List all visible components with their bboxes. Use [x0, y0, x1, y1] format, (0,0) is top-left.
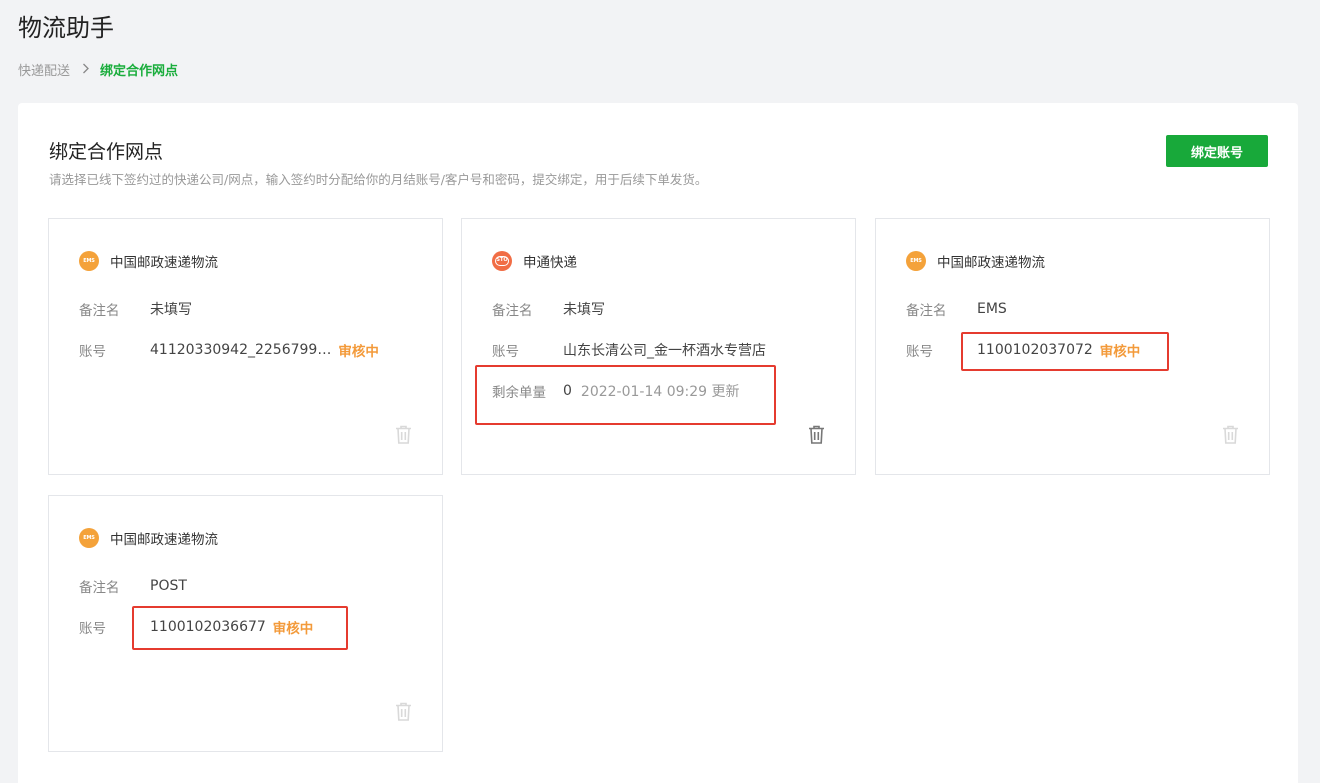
- trash-icon[interactable]: [808, 425, 825, 444]
- account-label: 账号: [492, 344, 519, 360]
- company-name: 申通快递: [523, 255, 577, 271]
- remark-value: 未填写: [150, 302, 192, 318]
- remark-label: 备注名: [79, 580, 120, 596]
- remark-row: 备注名 未填写: [79, 298, 192, 320]
- highlight-box: [961, 332, 1169, 371]
- highlight-box: [132, 606, 348, 650]
- sto-logo-icon: STO: [492, 251, 512, 271]
- remark-row: 备注名 POST: [79, 575, 187, 597]
- remark-value: 未填写: [563, 302, 605, 318]
- card-header: EMS 中国邮政速递物流: [79, 251, 218, 271]
- highlight-box: [475, 365, 776, 425]
- company-name: 中国邮政速递物流: [937, 255, 1045, 271]
- card-header: STO 申通快递: [492, 251, 577, 271]
- trash-icon: [396, 702, 411, 721]
- card-header: EMS 中国邮政速递物流: [79, 528, 218, 548]
- panel-title: 绑定合作网点: [49, 141, 164, 163]
- bind-account-button[interactable]: 绑定账号: [1166, 135, 1268, 167]
- ems-logo-icon: EMS: [79, 528, 99, 548]
- account-value: 41120330942_2256799…: [150, 342, 332, 358]
- account-label: 账号: [79, 344, 106, 360]
- breadcrumb: 快递配送 绑定合作网点: [18, 60, 178, 79]
- remark-row: 备注名 未填写: [492, 298, 605, 320]
- status-badge: 审核中: [338, 344, 379, 360]
- account-row: 账号 山东长清公司_金一杯酒水专营店: [492, 339, 766, 361]
- chevron-right-icon: [82, 62, 90, 77]
- account-row: 账号 41120330942_2256799… 审核中: [79, 339, 379, 361]
- remark-label: 备注名: [492, 303, 533, 319]
- breadcrumb-current: 绑定合作网点: [100, 64, 179, 79]
- remark-label: 备注名: [79, 303, 120, 319]
- account-card: STO 申通快递 备注名 未填写 账号 山东长清公司_金一杯酒水专营店 剩余单量…: [461, 218, 856, 475]
- account-card: EMS 中国邮政速递物流 备注名 POST 账号 1100102036677 审…: [48, 495, 443, 752]
- company-name: 中国邮政速递物流: [110, 255, 218, 271]
- breadcrumb-parent-link[interactable]: 快递配送: [18, 60, 70, 79]
- account-card: EMS 中国邮政速递物流 备注名 未填写 账号 41120330942_2256…: [48, 218, 443, 475]
- card-header: EMS 中国邮政速递物流: [906, 251, 1045, 271]
- account-value: 山东长清公司_金一杯酒水专营店: [563, 343, 766, 359]
- ems-logo-icon: EMS: [79, 251, 99, 271]
- ems-logo-icon: EMS: [906, 251, 926, 271]
- trash-icon: [396, 425, 411, 444]
- trash-icon: [1223, 425, 1238, 444]
- main-panel: 绑定合作网点 请选择已线下签约过的快递公司/网点，输入签约时分配给你的月结账号/…: [18, 103, 1298, 783]
- remark-value: POST: [150, 578, 187, 594]
- panel-description: 请选择已线下签约过的快递公司/网点，输入签约时分配给你的月结账号/客户号和密码，…: [49, 172, 708, 187]
- app-title: 物流助手: [18, 14, 114, 42]
- remark-label: 备注名: [906, 303, 947, 319]
- remark-row: 备注名 EMS: [906, 298, 1007, 320]
- company-name: 中国邮政速递物流: [110, 532, 218, 548]
- remark-value: EMS: [977, 301, 1007, 317]
- account-card: EMS 中国邮政速递物流 备注名 EMS 账号 1100102037072 审核…: [875, 218, 1270, 475]
